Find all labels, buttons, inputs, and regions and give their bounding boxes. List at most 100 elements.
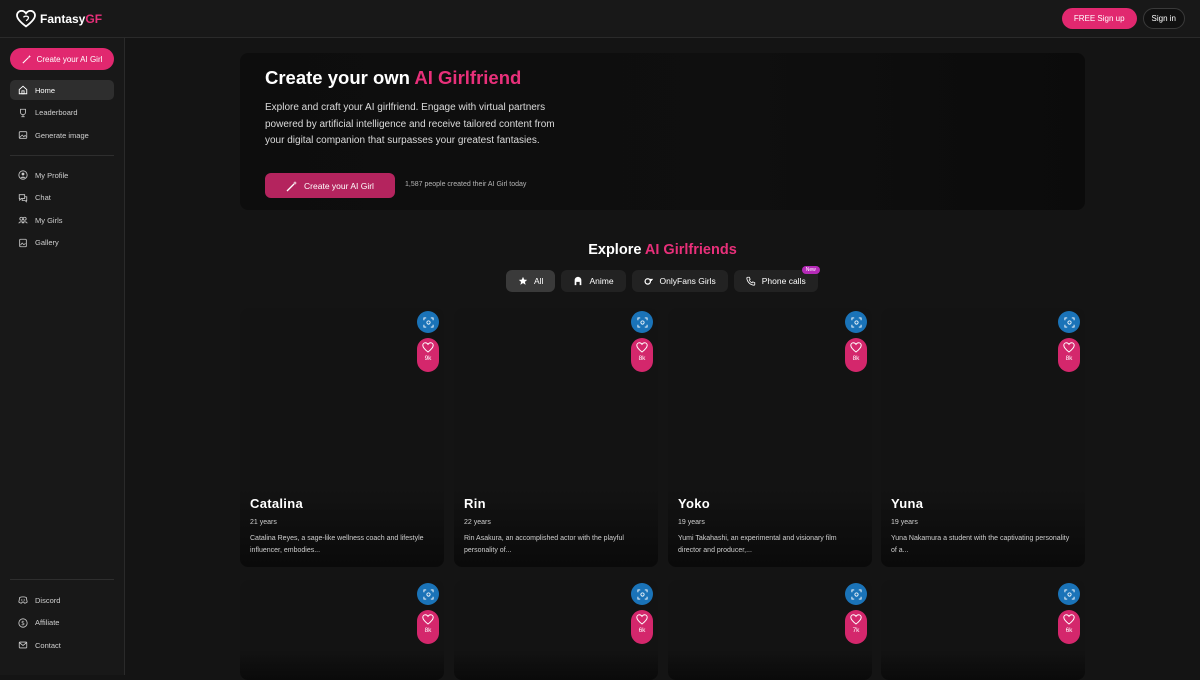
magic-wand-icon — [286, 180, 298, 191]
like-button[interactable]: 8k — [417, 610, 439, 644]
sidebar-create-button[interactable]: Create your AI Girl — [10, 48, 114, 70]
like-button[interactable]: 9k — [417, 338, 439, 372]
sidebar-item-contact[interactable]: Contact — [10, 635, 114, 655]
main-content: Create your own AI Girlfriend Explore an… — [125, 38, 1200, 680]
scan-button[interactable] — [845, 311, 867, 333]
heart-icon — [636, 342, 648, 353]
card-age: 22 years — [464, 519, 491, 526]
user-icon — [18, 170, 28, 180]
new-badge: New — [801, 266, 820, 274]
sidebar-item-generate-image[interactable]: Generate image — [10, 125, 114, 145]
girlfriend-card[interactable]: 9k Catalina 21 years Catalina Reyes, a s… — [240, 308, 444, 567]
filter-phone-calls[interactable]: Phone calls New — [733, 266, 820, 292]
sidebar-divider — [10, 155, 114, 156]
sidebar-item-my-profile[interactable]: My Profile — [10, 165, 114, 185]
anime-icon — [575, 276, 582, 286]
like-count: 6k — [1065, 627, 1073, 634]
svg-text:$: $ — [21, 621, 25, 627]
scan-button[interactable] — [1058, 583, 1080, 605]
card-name: Yuna — [891, 496, 924, 511]
heart-icon — [850, 342, 862, 353]
card-age: 19 years — [678, 519, 705, 526]
hero-created-count: 1,587 people created their AI Girl today — [405, 181, 527, 188]
filter-onlyfans-girls[interactable]: OnlyFans Girls — [631, 270, 728, 292]
girlfriend-card[interactable]: 8k Yoko 19 years Yumi Takahashi, an expe… — [668, 308, 872, 567]
top-bar: FantasyGF FREE Sign up Sign in — [0, 0, 1200, 38]
hero-create-button[interactable]: Create your AI Girl — [265, 173, 395, 198]
card-age: 19 years — [891, 519, 918, 526]
chat-icon — [18, 193, 28, 203]
like-button[interactable]: 8k — [1058, 338, 1080, 372]
like-button[interactable]: 6k — [631, 610, 653, 644]
heart-icon — [422, 614, 434, 625]
magic-wand-icon — [22, 54, 31, 64]
sidebar-item-chat[interactable]: Chat — [10, 188, 114, 208]
signin-button[interactable]: Sign in — [1142, 8, 1185, 29]
sidebar-item-affiliate[interactable]: $ Affiliate — [10, 613, 114, 633]
discord-icon — [18, 596, 28, 604]
heart-logo-icon — [16, 9, 36, 27]
filter-anime[interactable]: Anime — [561, 270, 626, 292]
sidebar-item-home[interactable]: Home — [10, 80, 114, 100]
scan-face-icon — [636, 316, 648, 328]
card-description: Catalina Reyes, a sage-like wellness coa… — [250, 535, 424, 554]
like-count: 9k — [424, 355, 432, 362]
scan-button[interactable] — [1058, 311, 1080, 333]
girlfriend-card[interactable]: 8k Rin 22 years Rin Asakura, an accompli… — [454, 308, 658, 567]
scan-face-icon — [636, 588, 648, 600]
brand-name: FantasyGF — [40, 11, 103, 26]
like-count: 8k — [852, 355, 860, 362]
hero-description: Explore and craft your AI girlfriend. En… — [265, 102, 555, 146]
filter-all[interactable]: All — [506, 270, 556, 292]
girlfriend-card[interactable]: 6k — [881, 580, 1085, 680]
like-count: 8k — [1065, 355, 1073, 362]
onlyfans-icon — [644, 278, 653, 285]
scan-face-icon — [1063, 316, 1075, 328]
card-name: Rin — [464, 496, 486, 511]
image-icon — [18, 131, 28, 139]
scan-button[interactable] — [631, 311, 653, 333]
brand-logo[interactable]: FantasyGF — [16, 9, 103, 28]
heart-icon — [636, 614, 648, 625]
hero-title: Create your own AI Girlfriend — [265, 67, 522, 88]
signup-button[interactable]: FREE Sign up — [1061, 8, 1137, 29]
sidebar-item-discord[interactable]: Discord — [10, 590, 114, 610]
heart-icon — [422, 342, 434, 353]
scan-face-icon — [422, 588, 434, 600]
sidebar: Create your AI Girl Home Leaderboard Gen… — [0, 38, 125, 675]
phone-icon — [746, 276, 755, 286]
filter-tabs: All Anime OnlyFans Girls Phone calls New — [506, 266, 820, 292]
mail-icon — [18, 641, 28, 649]
scan-button[interactable] — [631, 583, 653, 605]
girlfriend-card[interactable]: 8k Yuna 19 years Yuna Nakamura a student… — [881, 308, 1085, 567]
sidebar-item-gallery[interactable]: Gallery — [10, 233, 114, 253]
like-button[interactable]: 7k — [845, 610, 867, 644]
girlfriend-card[interactable]: 6k — [454, 580, 658, 680]
card-name: Yoko — [678, 496, 711, 511]
scan-button[interactable] — [845, 583, 867, 605]
sidebar-item-my-girls[interactable]: My Girls — [10, 210, 114, 230]
card-description: Yumi Takahashi, an experimental and visi… — [678, 535, 837, 554]
scan-button[interactable] — [417, 311, 439, 333]
scan-button[interactable] — [417, 583, 439, 605]
sidebar-secondary-nav: My Profile Chat My Girls Gallery — [10, 165, 114, 255]
girlfriend-card[interactable]: 7k — [668, 580, 872, 680]
sidebar-primary-nav: Home Leaderboard Generate image — [10, 80, 114, 148]
card-description: Rin Asakura, an accomplished actor with … — [464, 535, 624, 554]
hero-banner: Create your own AI Girlfriend Explore an… — [240, 53, 1085, 210]
scan-face-icon — [1063, 588, 1075, 600]
like-button[interactable]: 6k — [1058, 610, 1080, 644]
sidebar-footer-nav: Discord $ Affiliate Contact — [10, 590, 114, 658]
card-description: Yuna Nakamura a student with the captiva… — [891, 535, 1070, 554]
like-button[interactable]: 8k — [845, 338, 867, 372]
card-name: Catalina — [250, 496, 303, 511]
girlfriend-card[interactable]: 8k — [240, 580, 444, 680]
like-count: 6k — [638, 627, 646, 634]
card-age: 21 years — [250, 519, 277, 526]
like-button[interactable]: 8k — [631, 338, 653, 372]
like-count: 8k — [424, 627, 432, 634]
sidebar-item-leaderboard[interactable]: Leaderboard — [10, 103, 114, 123]
home-icon — [18, 85, 28, 95]
dollar-icon: $ — [18, 617, 28, 628]
like-count: 8k — [638, 355, 646, 362]
